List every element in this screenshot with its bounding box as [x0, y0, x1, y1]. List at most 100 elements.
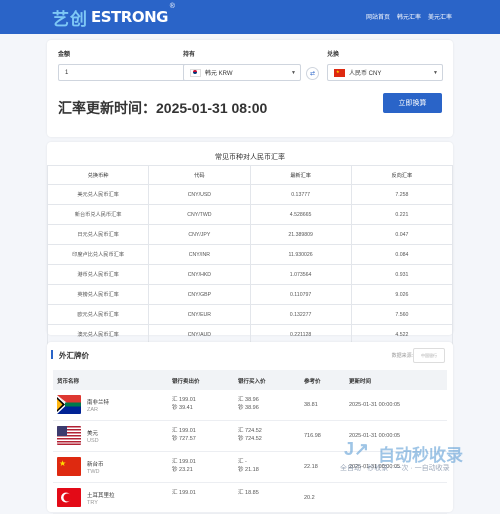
- pair-code: CNY/INR: [148, 244, 251, 265]
- reverse-rate: 0.084: [350, 244, 454, 265]
- reverse-rate: 7.560: [350, 304, 454, 325]
- top-nav: 网站首页 韩元汇率 美元汇率: [366, 12, 452, 21]
- reverse-rate: 9.026: [350, 284, 454, 305]
- rates-table: 兑换币种 代码 最新汇率 反向汇率 美元兑人民币汇率 CNY/USD 0.137…: [46, 165, 454, 345]
- bank-logo: 中国银行: [413, 348, 445, 363]
- col-header: 更新时间: [349, 379, 372, 385]
- exchange-currency-select[interactable]: ★ 人民币 CNY ▼: [327, 64, 443, 81]
- pair-name[interactable]: 日元兑人民币汇率: [46, 224, 150, 245]
- exchange-currency-value: 人民币 CNY: [349, 71, 382, 77]
- kr-flag-icon: [190, 68, 201, 77]
- table-row: 日元兑人民币汇率 CNY/JPY 21.389809 0.047: [46, 224, 454, 245]
- col-header: 银行买入价: [238, 379, 266, 385]
- tr-flag-icon: [57, 488, 81, 507]
- nav-krw-rate[interactable]: 韩元汇率: [397, 12, 421, 21]
- update-time: 汇率更新时间：2025-01-31 08:00: [58, 100, 268, 116]
- table-row: 港币兑人民币汇率 CNY/HKD 1.073564 0.931: [46, 264, 454, 285]
- fx-section-title: 外汇牌价: [59, 351, 89, 360]
- bank-buy-price: 汇 38.96 钞 38.96: [238, 397, 259, 411]
- pair-name[interactable]: 印度卢比兑人民币汇率: [46, 244, 150, 265]
- pair-code: CNY/JPY: [148, 224, 251, 245]
- top-header: 艺创 ESTRONG ® 网站首页 韩元汇率 美元汇率: [0, 0, 500, 34]
- table-row: ★ 新台币 TWD 汇 199.01 钞 23.21 汇 -钞 21.18 22.…: [53, 452, 447, 483]
- reverse-rate: 0.931: [350, 264, 454, 285]
- bank-buy-price: 汇 18.85: [238, 490, 259, 496]
- currency-code: TWD: [87, 469, 100, 475]
- update-time: 2025-01-31 00:00:05: [349, 464, 401, 470]
- cn-flag-icon: ★: [334, 68, 345, 77]
- table-row: 美元 USD 汇 199.01 钞 727.57 汇 724.52 钞 724.52…: [53, 421, 447, 452]
- converter-card: 金额 1 持有 韩元 KRW ▼ ⇄ 兑换 ★ 人民币 CNY ▼ 汇率更新时间…: [47, 40, 453, 137]
- col-header: 兑换币种: [46, 165, 150, 185]
- logo-cn-text: 艺创: [52, 9, 88, 29]
- tw-flag-icon: ★: [57, 457, 81, 476]
- pair-code: CNY/TWD: [148, 204, 251, 225]
- col-header: 代码: [148, 165, 251, 185]
- currency-name[interactable]: 新台币: [87, 460, 104, 468]
- nav-home[interactable]: 网站首页: [366, 12, 390, 21]
- convert-button[interactable]: 立即换算: [383, 93, 442, 113]
- table-row: 南非兰特 ZAR 汇 199.01 钞 39.41 汇 38.96 钞 38.96 …: [53, 390, 447, 421]
- reverse-rate: 0.047: [350, 224, 454, 245]
- update-time: 2025-01-31 00:00:05: [349, 402, 401, 408]
- col-header: 货币名称: [57, 379, 80, 385]
- reverse-rate: 0.221: [350, 204, 454, 225]
- rates-table-header: 兑换币种 代码 最新汇率 反向汇率: [46, 165, 454, 185]
- have-label: 持有: [183, 52, 196, 58]
- currency-name[interactable]: 美元: [87, 429, 98, 437]
- svg-text:★: ★: [59, 459, 66, 468]
- col-header: 最新汇率: [249, 165, 352, 185]
- latest-rate: 21.389809: [249, 224, 352, 245]
- table-row: 新台币兑人民币汇率 CNY/TWD 4.528665 0.221: [46, 204, 454, 225]
- latest-rate: 1.073564: [249, 264, 352, 285]
- data-source-label: 数据来源:: [391, 353, 413, 359]
- table-row: 英镑兑人民币汇率 CNY/GBP 0.110797 9.026: [46, 284, 454, 305]
- amount-label: 金额: [58, 52, 71, 58]
- fx-table-header: 货币名称 银行卖出价 银行买入价 参考价 更新时间: [53, 370, 447, 390]
- pair-code: CNY/GBP: [148, 284, 251, 305]
- pair-name[interactable]: 欧元兑人民币汇率: [46, 304, 150, 325]
- table-row: 土耳其里拉 TRY 汇 199.01 汇 18.85 20.2: [53, 483, 447, 514]
- za-flag-icon: [57, 395, 81, 414]
- pair-code: CNY/HKD: [148, 264, 251, 285]
- exchange-label: 兑换: [327, 52, 340, 58]
- bank-buy-price: 汇 -钞 21.18: [238, 459, 259, 473]
- pair-name[interactable]: 英镑兑人民币汇率: [46, 284, 150, 305]
- section-accent-bar: [51, 350, 53, 359]
- col-header: 银行卖出价: [172, 379, 200, 385]
- chevron-down-icon: ▼: [433, 70, 438, 76]
- have-currency-select[interactable]: 韩元 KRW ▼: [183, 64, 301, 81]
- registered-mark: ®: [169, 3, 175, 10]
- reference-price: 38.81: [304, 402, 318, 408]
- reverse-rate: 7.258: [350, 184, 454, 205]
- pair-code: CNY/EUR: [148, 304, 251, 325]
- have-currency-value: 韩元 KRW: [205, 71, 233, 77]
- reference-price: 716.98: [304, 433, 321, 439]
- chevron-down-icon: ▼: [291, 70, 296, 76]
- currency-code: USD: [87, 438, 99, 444]
- swap-icon[interactable]: ⇄: [306, 67, 319, 80]
- bank-sell-price: 汇 199.01 钞 727.57: [172, 428, 196, 442]
- rates-card: 常见币种对人民币汇率 兑换币种 代码 最新汇率 反向汇率 美元兑人民币汇率 CN…: [46, 142, 454, 345]
- reference-price: 22.18: [304, 464, 318, 470]
- latest-rate: 4.528665: [249, 204, 352, 225]
- site-logo[interactable]: 艺创 ESTRONG ®: [52, 3, 175, 29]
- col-header: 参考价: [304, 379, 321, 385]
- logo-en-text: ESTRONG: [91, 8, 168, 26]
- table-row: 美元兑人民币汇率 CNY/USD 0.13777 7.258: [46, 184, 454, 205]
- pair-name[interactable]: 新台币兑人民币汇率: [46, 204, 150, 225]
- currency-name[interactable]: 土耳其里拉: [87, 491, 115, 499]
- us-flag-icon: [57, 426, 81, 445]
- pair-name[interactable]: 美元兑人民币汇率: [46, 184, 150, 205]
- latest-rate: 0.132277: [249, 304, 352, 325]
- bank-buy-price: 汇 724.52 钞 724.52: [238, 428, 262, 442]
- currency-code: TRY: [87, 500, 98, 506]
- bank-sell-price: 汇 199.01 钞 39.41: [172, 397, 196, 411]
- latest-rate: 0.110797: [249, 284, 352, 305]
- pair-code: CNY/USD: [148, 184, 251, 205]
- currency-name[interactable]: 南非兰特: [87, 398, 109, 406]
- update-time: 2025-01-31 00:00:05: [349, 433, 401, 439]
- pair-name[interactable]: 港币兑人民币汇率: [46, 264, 150, 285]
- bank-sell-price: 汇 199.01: [172, 490, 196, 496]
- nav-usd-rate[interactable]: 美元汇率: [428, 12, 452, 21]
